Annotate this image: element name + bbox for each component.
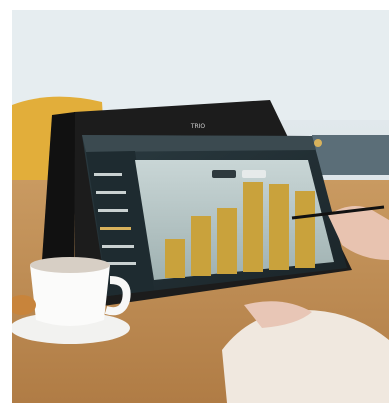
photo-frame: TRIO — [12, 10, 389, 403]
chart-bar — [165, 239, 185, 278]
avatar-icon[interactable] — [314, 139, 322, 147]
chart-toggle-button[interactable] — [212, 170, 236, 178]
chart-bar — [295, 191, 315, 268]
chart-bar — [217, 208, 237, 274]
sidebar-item-icon[interactable] — [96, 191, 126, 194]
sidebar-item-icon[interactable] — [100, 227, 131, 230]
chart-bar — [269, 184, 289, 270]
scene: TRIO — [12, 10, 389, 403]
chart-bar — [243, 182, 263, 272]
background-window-dark — [312, 135, 389, 175]
coffee — [30, 257, 110, 273]
sidebar-item-icon[interactable] — [98, 209, 128, 212]
chart-bar — [191, 216, 211, 276]
laptop-brand: TRIO — [190, 123, 206, 130]
sidebar-item-icon[interactable] — [102, 245, 134, 248]
browser-topbar — [82, 135, 316, 152]
chart-toggle-button-alt[interactable] — [242, 170, 266, 178]
sidebar-item-icon[interactable] — [94, 173, 122, 176]
